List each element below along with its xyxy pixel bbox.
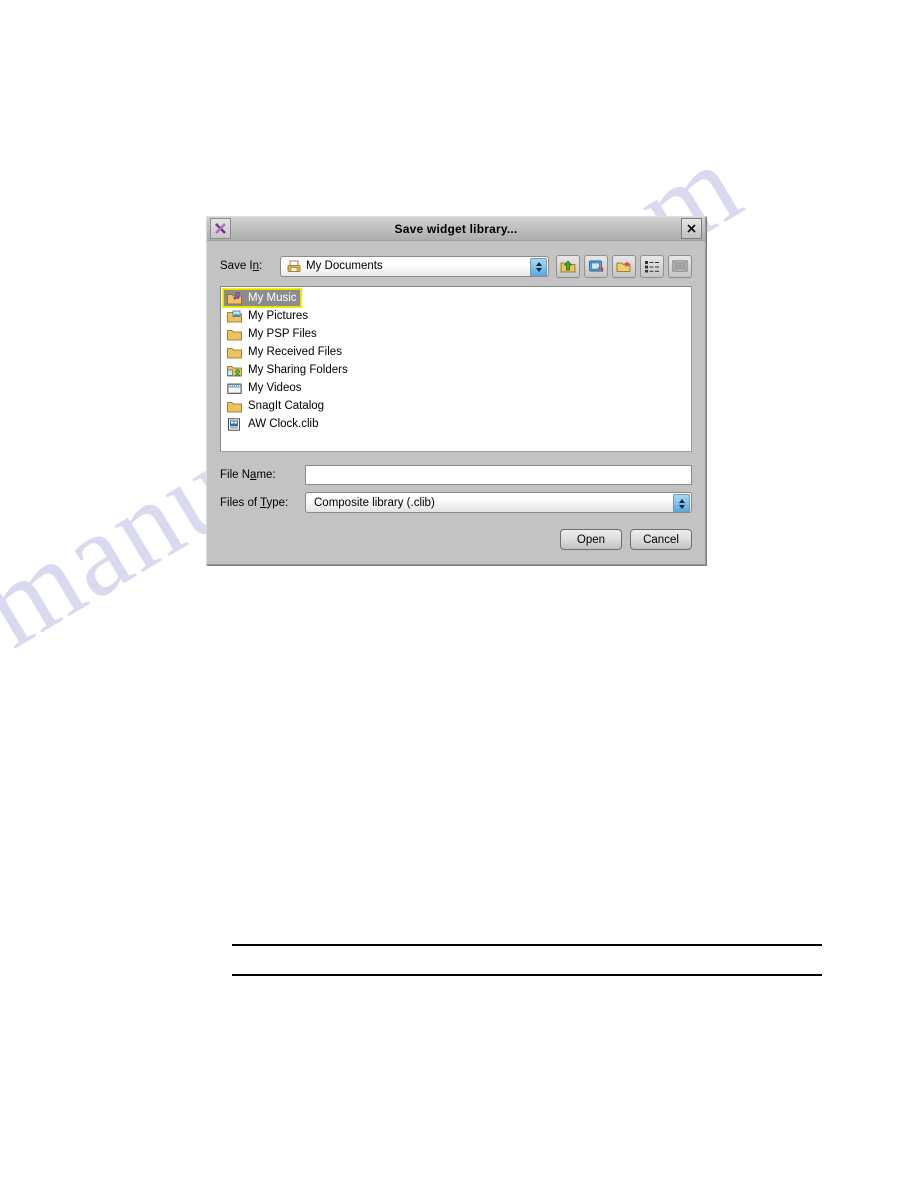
- list-item[interactable]: My Videos: [223, 379, 305, 397]
- spinner-down-arrow-icon[interactable]: [678, 504, 685, 509]
- save-in-label-pre: Save I: [220, 260, 253, 272]
- updown-spinner-icon[interactable]: [673, 494, 690, 512]
- file-name-input[interactable]: [305, 464, 692, 485]
- list-item[interactable]: SnagIt Catalog: [223, 397, 328, 415]
- spinner-down-arrow-icon[interactable]: [535, 268, 542, 272]
- files-of-type-combobox[interactable]: Composite library (.clib): [305, 492, 692, 513]
- list-item-label: My PSP Files: [248, 328, 317, 340]
- spinner-up-arrow-icon[interactable]: [678, 498, 685, 503]
- page-rule-bottom: [232, 974, 822, 976]
- up-one-level-button[interactable]: [556, 254, 580, 278]
- folder-pictures-icon: [227, 310, 242, 323]
- save-in-combobox[interactable]: My Documents: [280, 255, 549, 277]
- list-item[interactable]: My PSP Files: [223, 325, 321, 343]
- list-item-label: My Sharing Folders: [248, 364, 348, 376]
- list-item[interactable]: AW Clock.clib: [223, 415, 323, 433]
- my-documents-icon: [287, 260, 301, 273]
- file-name-row: File Name:: [220, 464, 692, 485]
- spinner-up-arrow-icon[interactable]: [535, 262, 542, 266]
- folder-shared-icon: [227, 364, 242, 377]
- list-item-label: My Videos: [248, 382, 302, 394]
- page-rule-top: [232, 944, 822, 946]
- list-item-label: My Music: [248, 292, 297, 304]
- list-item-label: My Pictures: [248, 310, 309, 322]
- file-name-label-post: me:: [256, 468, 276, 481]
- close-icon[interactable]: [681, 218, 702, 239]
- details-view-button[interactable]: [668, 254, 692, 278]
- dialog-body: Save In: My Documents My Music My Pictur…: [207, 241, 705, 550]
- list-item[interactable]: My Pictures: [223, 307, 312, 325]
- folder-videos-icon: [227, 382, 242, 395]
- list-item[interactable]: My Sharing Folders: [223, 361, 352, 379]
- folder-icon: [227, 346, 242, 359]
- new-folder-button[interactable]: [612, 254, 636, 278]
- files-of-type-label: Files of Type:: [220, 497, 305, 509]
- files-of-type-label-pre: Files of: [220, 496, 261, 509]
- dialog-toolbar: [556, 254, 692, 278]
- files-of-type-row: Files of Type: Composite library (.clib): [220, 492, 692, 513]
- clib-file-icon: [227, 417, 242, 431]
- folder-icon: [227, 328, 242, 341]
- files-of-type-label-post: ype:: [266, 496, 289, 509]
- dialog-title: Save widget library...: [394, 221, 518, 236]
- save-in-label: Save In:: [220, 260, 280, 272]
- list-item[interactable]: My Received Files: [223, 343, 346, 361]
- dialog-actions: Open Cancel: [220, 529, 692, 550]
- save-in-label-post: :: [259, 260, 263, 272]
- bottom-fields: File Name: Files of Type: Composite libr…: [220, 464, 692, 513]
- save-in-row: Save In: My Documents: [220, 254, 692, 278]
- home-button[interactable]: [584, 254, 608, 278]
- list-item-label: SnagIt Catalog: [248, 400, 325, 412]
- file-list[interactable]: My Music My Pictures My PSP Files My Rec…: [220, 286, 692, 452]
- file-name-label-pre: File N: [220, 468, 251, 481]
- updown-spinner-icon[interactable]: [530, 257, 547, 276]
- folder-icon: [227, 400, 242, 413]
- list-item-label: AW Clock.clib: [248, 418, 319, 430]
- files-of-type-value: Composite library (.clib): [314, 496, 435, 509]
- folder-music-icon: [227, 291, 242, 305]
- save-in-value: My Documents: [306, 260, 383, 272]
- cancel-button[interactable]: Cancel: [630, 529, 692, 550]
- list-view-button[interactable]: [640, 254, 664, 278]
- file-name-label: File Name:: [220, 469, 305, 481]
- open-button[interactable]: Open: [560, 529, 622, 550]
- dialog-titlebar[interactable]: Save widget library...: [207, 217, 705, 241]
- list-item-label: My Received Files: [248, 346, 342, 358]
- list-item[interactable]: My Music: [222, 288, 302, 308]
- save-widget-library-dialog: Save widget library... Save In: My Docum…: [206, 216, 706, 565]
